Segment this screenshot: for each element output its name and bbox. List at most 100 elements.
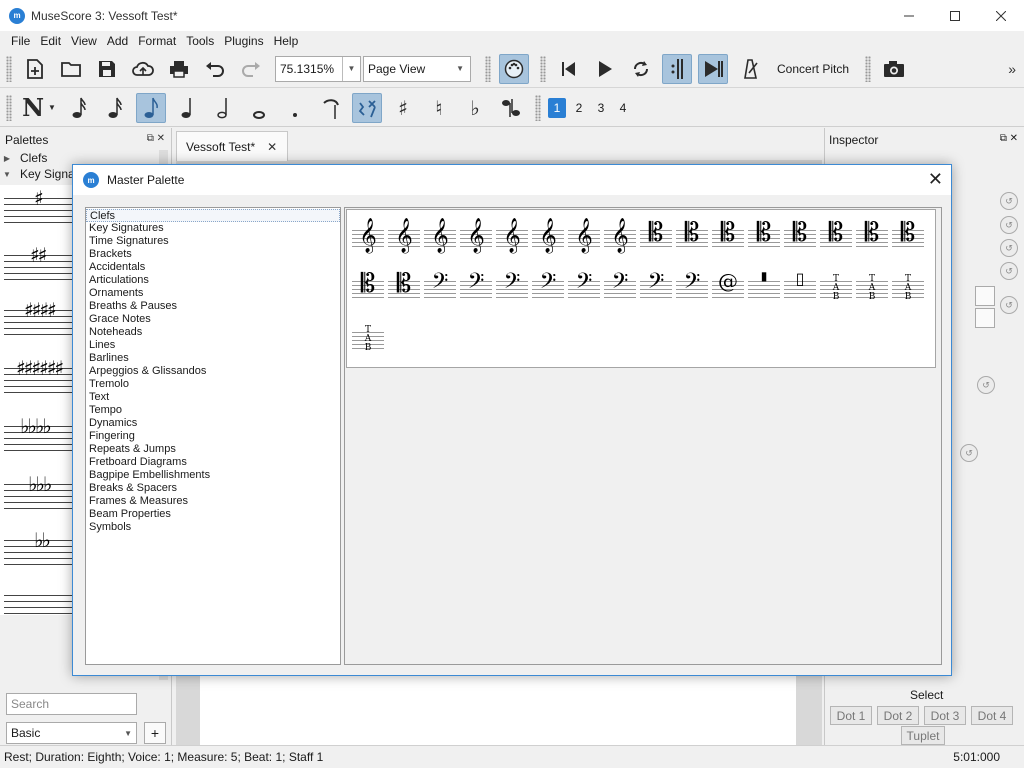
category-item[interactable]: Lines (86, 339, 340, 352)
dialog-title-bar[interactable]: m Master Palette ✕ (73, 165, 951, 195)
open-folder-icon[interactable] (56, 54, 86, 84)
category-item[interactable]: Breaths & Pauses (86, 300, 340, 313)
sixty-fourth-note-icon[interactable] (64, 93, 94, 123)
treble-clef-icon[interactable]: 𝄞 (530, 216, 566, 264)
toolbar-grip[interactable] (6, 55, 12, 82)
tab-clef-icon[interactable]: T A B (350, 318, 386, 366)
treble-clef-icon[interactable]: 𝄞 (422, 216, 458, 264)
category-item[interactable]: Beam Properties (86, 508, 340, 521)
view-mode-dropdown[interactable]: Page View ▼ (363, 55, 471, 82)
category-item[interactable]: Arpeggios & Glissandos (86, 365, 340, 378)
category-item[interactable]: Grace Notes (86, 313, 340, 326)
eighth-note-icon[interactable] (136, 92, 166, 123)
c-clef-icon[interactable]: 𝄡 (854, 216, 890, 264)
c-clef-icon[interactable]: 𝄡 (710, 216, 746, 264)
category-item[interactable]: Tremolo (86, 378, 340, 391)
sharp-icon[interactable]: ♯ (388, 93, 418, 123)
menu-file[interactable]: File (6, 34, 35, 48)
treble-clef-icon[interactable]: 𝄞 (566, 216, 602, 264)
add-workspace-button[interactable]: + (144, 722, 166, 744)
menu-format[interactable]: Format (133, 34, 181, 48)
reset-icon[interactable]: ↺ (977, 376, 995, 394)
toolbar-grip[interactable] (6, 94, 12, 121)
menu-add[interactable]: Add (102, 34, 133, 48)
voice-1-button[interactable]: 1 (548, 97, 566, 118)
c-clef-icon[interactable]: 𝄡 (674, 216, 710, 264)
voice-2-button[interactable]: 2 (570, 98, 588, 118)
panel-float-close-icon[interactable]: ⧉ ✕ (147, 133, 165, 144)
pan-score-icon[interactable] (698, 53, 728, 84)
score-page[interactable] (200, 675, 796, 745)
category-item[interactable]: Fingering (86, 430, 340, 443)
tab-clef-icon[interactable]: T A B (890, 267, 926, 315)
c-clef-icon[interactable]: 𝄡 (782, 216, 818, 264)
treble-clef-icon[interactable]: 𝄞 (458, 216, 494, 264)
voice-3-button[interactable]: 3 (592, 98, 610, 118)
select-dot-3-button[interactable]: Dot 3 (924, 706, 966, 725)
menu-edit[interactable]: Edit (35, 34, 66, 48)
category-item[interactable]: Repeats & Jumps (86, 443, 340, 456)
rest-icon[interactable] (352, 92, 382, 123)
category-item[interactable]: Accidentals (86, 261, 340, 274)
reset-icon[interactable]: ↺ (1000, 296, 1018, 314)
stem-direction-icon[interactable] (975, 286, 995, 306)
voice-4-button[interactable]: 4 (614, 98, 632, 118)
category-item[interactable]: Brackets (86, 248, 340, 261)
flip-direction-icon[interactable] (496, 93, 526, 123)
zoom-value[interactable]: 75.1315% (276, 62, 342, 76)
select-dot-4-button[interactable]: Dot 4 (971, 706, 1013, 725)
menu-tools[interactable]: Tools (181, 34, 219, 48)
c-clef-icon[interactable]: 𝄡 (638, 216, 674, 264)
category-item[interactable]: Text (86, 391, 340, 404)
bass-clef-icon[interactable]: 𝄢 (638, 267, 674, 315)
category-item[interactable]: Symbols (86, 521, 340, 534)
bass-clef-icon[interactable]: 𝄢 (422, 267, 458, 315)
category-item[interactable]: Noteheads (86, 326, 340, 339)
c-clef-icon[interactable]: 𝄡 (350, 267, 386, 315)
cloud-upload-icon[interactable] (128, 54, 158, 84)
redo-icon[interactable] (236, 54, 266, 84)
maximize-button[interactable] (932, 0, 978, 31)
menu-plugins[interactable]: Plugins (219, 34, 268, 48)
score-tab-vessoft-test[interactable]: Vessoft Test* ✕ (176, 131, 288, 161)
save-icon[interactable] (92, 54, 122, 84)
workspace-dropdown[interactable]: Basic ▼ (6, 722, 137, 744)
category-item[interactable]: Ornaments (86, 287, 340, 300)
concert-pitch-button[interactable]: Concert Pitch (777, 62, 849, 76)
category-item[interactable]: Fretboard Diagrams (86, 456, 340, 469)
percussion-clef-icon[interactable]: ▮ (746, 267, 782, 315)
bass-clef-icon[interactable]: 𝄢 (674, 267, 710, 315)
natural-icon[interactable]: ♮ (424, 93, 454, 123)
category-item[interactable]: Barlines (86, 352, 340, 365)
toolbar-grip[interactable] (540, 55, 546, 82)
metronome-icon[interactable] (734, 54, 764, 84)
toolbar-grip[interactable] (535, 94, 541, 121)
flat-icon[interactable]: ♭ (460, 93, 490, 123)
treble-clef-icon[interactable]: 𝄞 (386, 216, 422, 264)
reset-icon[interactable]: ↺ (1000, 262, 1018, 280)
tab-clef-icon[interactable]: T A B (818, 267, 854, 315)
zoom-combobox[interactable]: 75.1315% ▼ (275, 55, 361, 82)
treble-clef-icon[interactable]: 𝄞 (494, 216, 530, 264)
rewind-icon[interactable] (554, 54, 584, 84)
close-icon[interactable]: ✕ (267, 140, 277, 154)
c-clef-icon[interactable]: 𝄡 (746, 216, 782, 264)
menu-help[interactable]: Help (269, 34, 304, 48)
toolbar-grip[interactable] (485, 55, 491, 82)
print-icon[interactable] (164, 54, 194, 84)
augmentation-dot-icon[interactable] (280, 93, 310, 123)
treble-clef-icon[interactable]: 𝄞 (602, 216, 638, 264)
category-item[interactable]: Breaks & Spacers (86, 482, 340, 495)
close-icon[interactable]: ✕ (928, 169, 943, 190)
camera-icon[interactable] (879, 54, 909, 84)
minimize-button[interactable] (886, 0, 932, 31)
select-dot-1-button[interactable]: Dot 1 (830, 706, 872, 725)
close-button[interactable] (978, 0, 1024, 31)
percussion-clef-icon[interactable]: ▯ (782, 267, 818, 315)
category-item[interactable]: Time Signatures (86, 235, 340, 248)
category-item[interactable]: Tempo (86, 404, 340, 417)
bass-clef-icon[interactable]: 𝄢 (566, 267, 602, 315)
note-input-mode-icon[interactable]: N ▼ (20, 93, 58, 123)
toolbar-grip[interactable] (865, 55, 872, 82)
clef-cell-icon[interactable]: @ (710, 267, 746, 315)
